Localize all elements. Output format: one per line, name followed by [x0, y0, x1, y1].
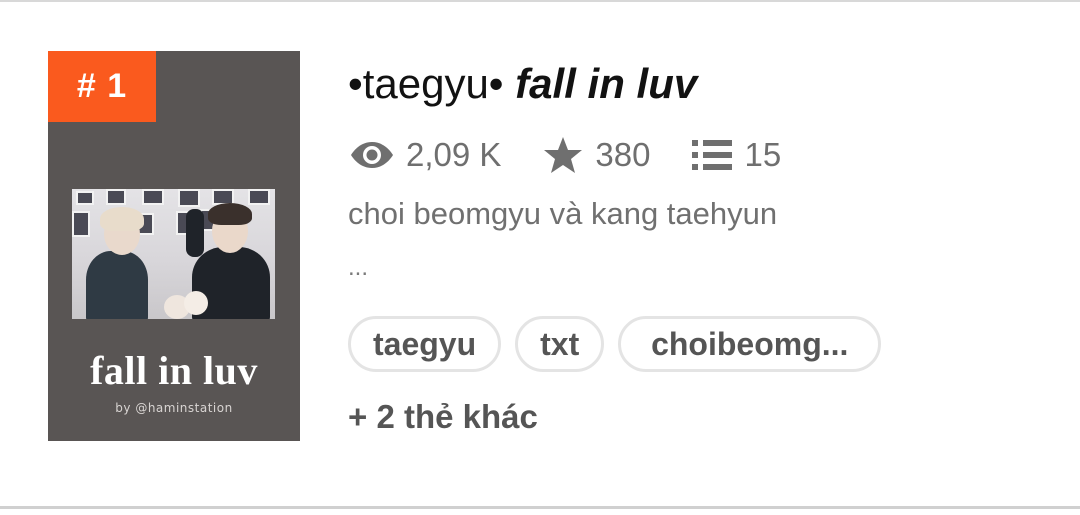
- votes-stat: 380: [543, 136, 650, 174]
- description-ellipsis: ...: [348, 254, 369, 281]
- story-stats: 2,09 K 380 15: [350, 132, 781, 178]
- eye-icon: [350, 140, 394, 170]
- title-prefix: •taegyu•: [348, 60, 516, 107]
- bottom-divider: [0, 506, 1080, 509]
- parts-count: 15: [744, 136, 782, 173]
- cover-title: fall in luv: [90, 348, 258, 393]
- cover-author: by @haminstation: [115, 401, 233, 415]
- more-tags-link[interactable]: + 2 thẻ khác: [348, 398, 538, 436]
- cover-photo: [72, 189, 275, 319]
- reads-stat: 2,09 K: [350, 136, 501, 174]
- votes-count: 380: [595, 136, 651, 173]
- top-divider: [0, 0, 1080, 2]
- parts-stat: 15: [692, 136, 781, 174]
- tag-chip[interactable]: txt: [515, 316, 605, 372]
- tag-chip[interactable]: taegyu: [348, 316, 502, 372]
- story-card[interactable]: # 1 fall in luv by @haminstation •taegyu…: [0, 0, 1080, 515]
- list-icon: [692, 138, 733, 172]
- star-icon: [543, 136, 583, 174]
- reads-count: 2,09 K: [406, 136, 502, 173]
- story-cover[interactable]: # 1 fall in luv by @haminstation: [48, 51, 300, 441]
- story-description: choi beomgyu và kang taehyun: [348, 196, 778, 231]
- title-main: fall in luv: [515, 60, 698, 107]
- story-title[interactable]: •taegyu• fall in luv: [348, 60, 697, 108]
- tag-list: taegyu txt choibeomg...: [348, 316, 895, 372]
- rank-badge: # 1: [48, 51, 156, 122]
- tag-chip[interactable]: choibeomg...: [618, 316, 882, 372]
